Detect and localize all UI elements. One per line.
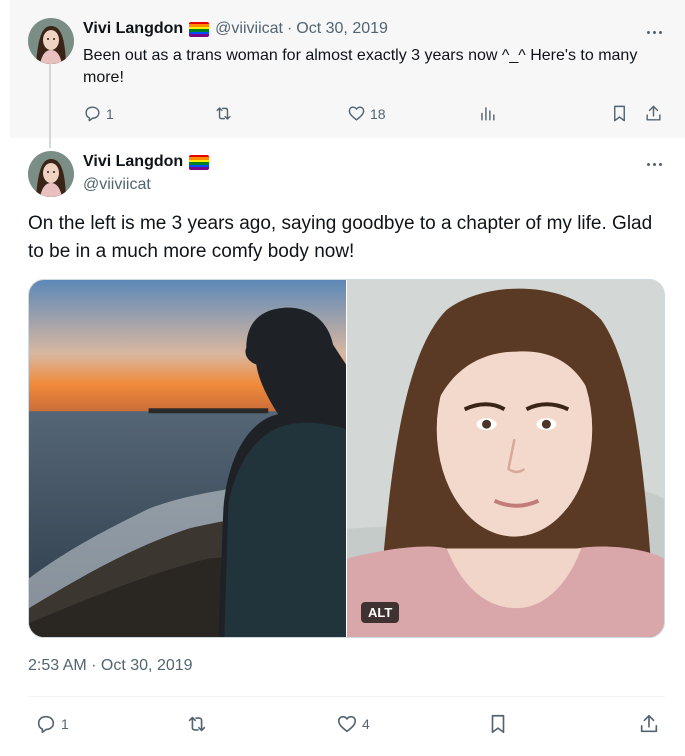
main-author-line: Vivi Langdon bbox=[83, 153, 210, 171]
like-count: 18 bbox=[370, 105, 386, 122]
views-button[interactable] bbox=[478, 104, 497, 123]
avatar-image bbox=[28, 151, 74, 197]
reply-icon bbox=[37, 715, 55, 734]
retweet-icon bbox=[216, 107, 231, 120]
selfie-image bbox=[347, 280, 664, 637]
main-handle-line: @viiviicat bbox=[83, 176, 151, 194]
tweet-media[interactable]: ALT bbox=[28, 279, 665, 638]
more-icon[interactable] bbox=[644, 22, 664, 42]
reply-button[interactable]: 1 bbox=[35, 713, 69, 735]
author-handle[interactable]: @viiviicat bbox=[215, 20, 283, 38]
like-icon bbox=[348, 106, 365, 121]
like-count: 4 bbox=[362, 716, 370, 732]
tweet-date[interactable]: Oct 30, 2019 bbox=[296, 20, 388, 38]
main-tweet-text: On the left is me 3 years ago, saying go… bbox=[28, 213, 653, 262]
like-button[interactable]: 18 bbox=[347, 104, 386, 123]
like-icon bbox=[337, 715, 357, 733]
retweet-button[interactable] bbox=[186, 713, 208, 735]
share-icon bbox=[640, 714, 658, 733]
rainbow-flag-icon bbox=[189, 21, 210, 37]
avatar-image bbox=[28, 18, 74, 64]
author-name[interactable]: Vivi Langdon bbox=[83, 153, 183, 171]
author-handle[interactable]: @viiviicat bbox=[83, 176, 151, 194]
parent-avatar[interactable] bbox=[28, 18, 74, 64]
alt-badge[interactable]: ALT bbox=[361, 602, 400, 623]
reply-button[interactable]: 1 bbox=[83, 104, 114, 123]
bookmark-icon bbox=[614, 105, 625, 122]
divider bbox=[28, 696, 665, 697]
thread-line bbox=[49, 64, 51, 148]
retweet-icon bbox=[188, 716, 206, 732]
bookmark-button[interactable] bbox=[487, 713, 509, 735]
rainbow-flag-icon bbox=[189, 154, 210, 170]
media-photo-left[interactable] bbox=[29, 280, 346, 637]
beach-sunset-image bbox=[29, 280, 346, 637]
tweet-timestamp[interactable]: 2:53 AM · Oct 30, 2019 bbox=[28, 657, 193, 675]
reply-count: 1 bbox=[61, 716, 69, 732]
share-button[interactable] bbox=[638, 713, 660, 735]
share-button[interactable] bbox=[644, 104, 663, 123]
parent-author-line: Vivi Langdon @viiviicat · Oct 30, 2019 bbox=[83, 20, 388, 38]
bookmark-button[interactable] bbox=[610, 104, 629, 123]
main-avatar[interactable] bbox=[28, 151, 74, 197]
author-name[interactable]: Vivi Langdon bbox=[83, 20, 183, 38]
views-icon bbox=[481, 107, 495, 121]
bookmark-icon bbox=[491, 714, 505, 734]
more-icon[interactable] bbox=[644, 154, 664, 174]
parent-tweet-text: Been out as a trans woman for almost exa… bbox=[83, 47, 638, 86]
retweet-button[interactable] bbox=[214, 104, 233, 123]
reply-count: 1 bbox=[106, 105, 114, 122]
separator: · bbox=[286, 20, 293, 37]
share-icon bbox=[646, 105, 661, 121]
like-button[interactable]: 4 bbox=[336, 713, 370, 735]
media-photo-right[interactable]: ALT bbox=[347, 280, 664, 637]
reply-icon bbox=[85, 106, 100, 122]
